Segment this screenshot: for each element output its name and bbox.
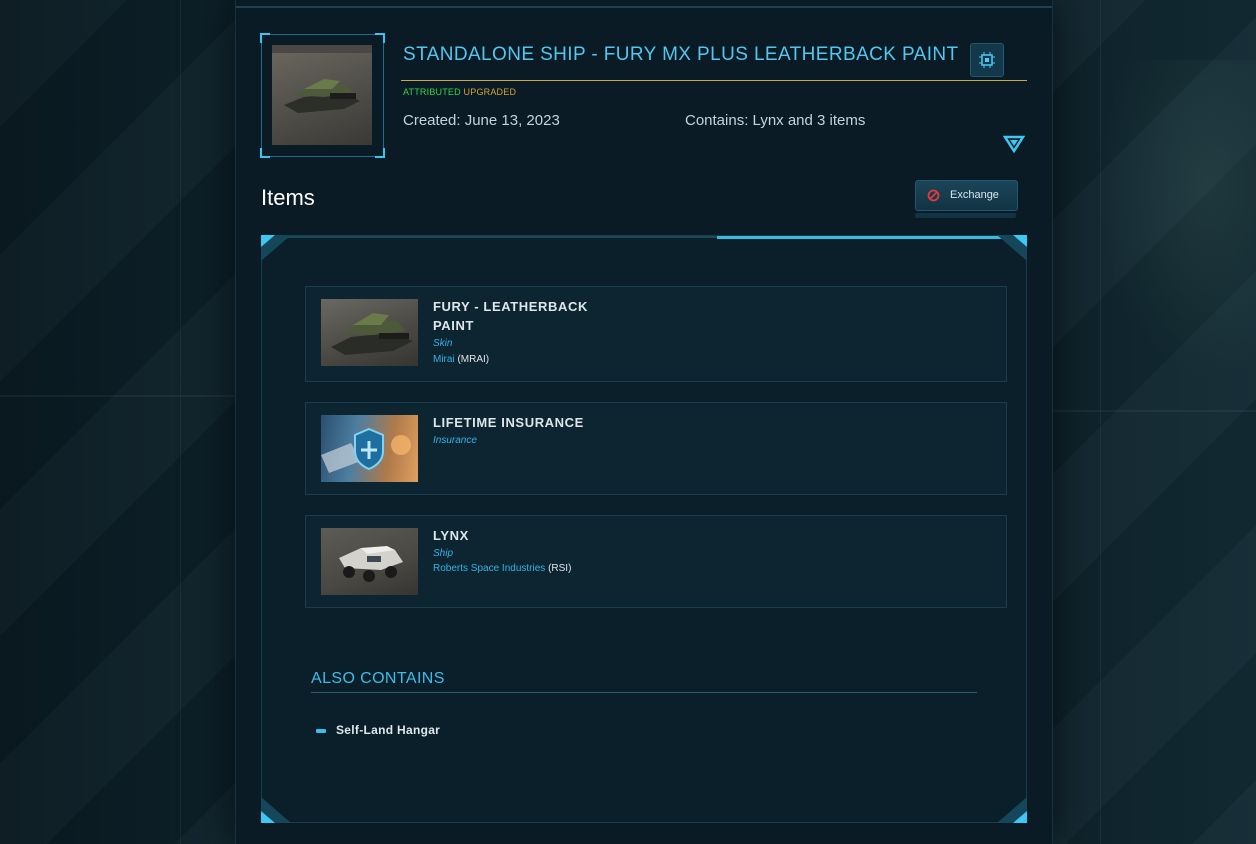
item-manufacturer: Mirai (MRAI) xyxy=(433,354,489,365)
lynx-rover-thumbnail xyxy=(321,528,418,595)
background-glow xyxy=(1096,60,1256,380)
attributed-badge: ATTRIBUTED xyxy=(403,87,461,97)
fury-paint-thumbnail xyxy=(321,299,418,366)
manufacturer-code: (RSI) xyxy=(548,563,572,574)
corner-bracket-bottom-left xyxy=(261,797,291,823)
container-top-highlight xyxy=(717,236,1026,239)
package-thumbnail-frame xyxy=(260,33,385,158)
corner-bracket-top-right xyxy=(997,235,1027,261)
also-contains-divider xyxy=(311,692,977,693)
chip-icon xyxy=(979,52,995,68)
item-name: LIFETIME INSURANCE xyxy=(433,415,584,430)
list-item[interactable]: LIFETIME INSURANCE Insurance xyxy=(305,402,1007,495)
no-entry-icon xyxy=(927,189,940,202)
title-underline xyxy=(401,80,1027,81)
fury-ship-thumbnail xyxy=(272,45,372,145)
status-badges: ATTRIBUTED UPGRADED xyxy=(403,87,516,97)
upgraded-badge: UPGRADED xyxy=(463,87,517,97)
item-manufacturer: Roberts Space Industries (RSI) xyxy=(433,563,571,574)
chevron-down-icon[interactable] xyxy=(1003,134,1025,154)
package-title: STANDALONE SHIP - FURY MX PLUS LEATHERBA… xyxy=(403,44,959,65)
exchange-label: Exchange xyxy=(950,189,999,201)
manufacturer-code: (MRAI) xyxy=(457,354,490,365)
item-name: FURY - LEATHERBACK PAINT xyxy=(433,299,588,333)
chip-button[interactable] xyxy=(970,43,1004,77)
contains-summary: Contains: Lynx and 3 items xyxy=(685,112,866,129)
item-type: Insurance xyxy=(433,435,477,446)
created-date: Created: June 13, 2023 xyxy=(403,112,560,129)
corner-bracket-bottom-right xyxy=(997,797,1027,823)
exchange-button[interactable]: Exchange xyxy=(915,180,1018,211)
manufacturer-name: Roberts Space Industries xyxy=(433,563,546,574)
item-type: Ship xyxy=(433,548,454,559)
bullet-icon xyxy=(316,729,326,733)
exchange-button-underlay xyxy=(915,213,1016,218)
item-type: Skin xyxy=(433,338,453,349)
also-contains-item: Self-Land Hangar xyxy=(336,723,441,737)
background-line xyxy=(0,395,235,397)
also-contains-heading: ALSO CONTAINS xyxy=(311,670,445,687)
items-container: FURY - LEATHERBACK PAINT Skin Mirai (MRA… xyxy=(261,235,1027,823)
background-line xyxy=(1051,410,1256,412)
background-line xyxy=(180,0,181,844)
item-name: LYNX xyxy=(433,528,469,543)
manufacturer-name: Mirai xyxy=(433,354,455,365)
list-item[interactable]: FURY - LEATHERBACK PAINT Skin Mirai (MRA… xyxy=(305,286,1007,382)
corner-bracket-top-left xyxy=(261,235,291,261)
insurance-shield-thumbnail xyxy=(321,415,418,482)
list-item[interactable]: LYNX Ship Roberts Space Industries (RSI) xyxy=(305,515,1007,608)
panel-top-border xyxy=(236,6,1052,8)
pledge-detail-panel: STANDALONE SHIP - FURY MX PLUS LEATHERBA… xyxy=(235,0,1053,844)
items-heading: Items xyxy=(261,185,315,210)
